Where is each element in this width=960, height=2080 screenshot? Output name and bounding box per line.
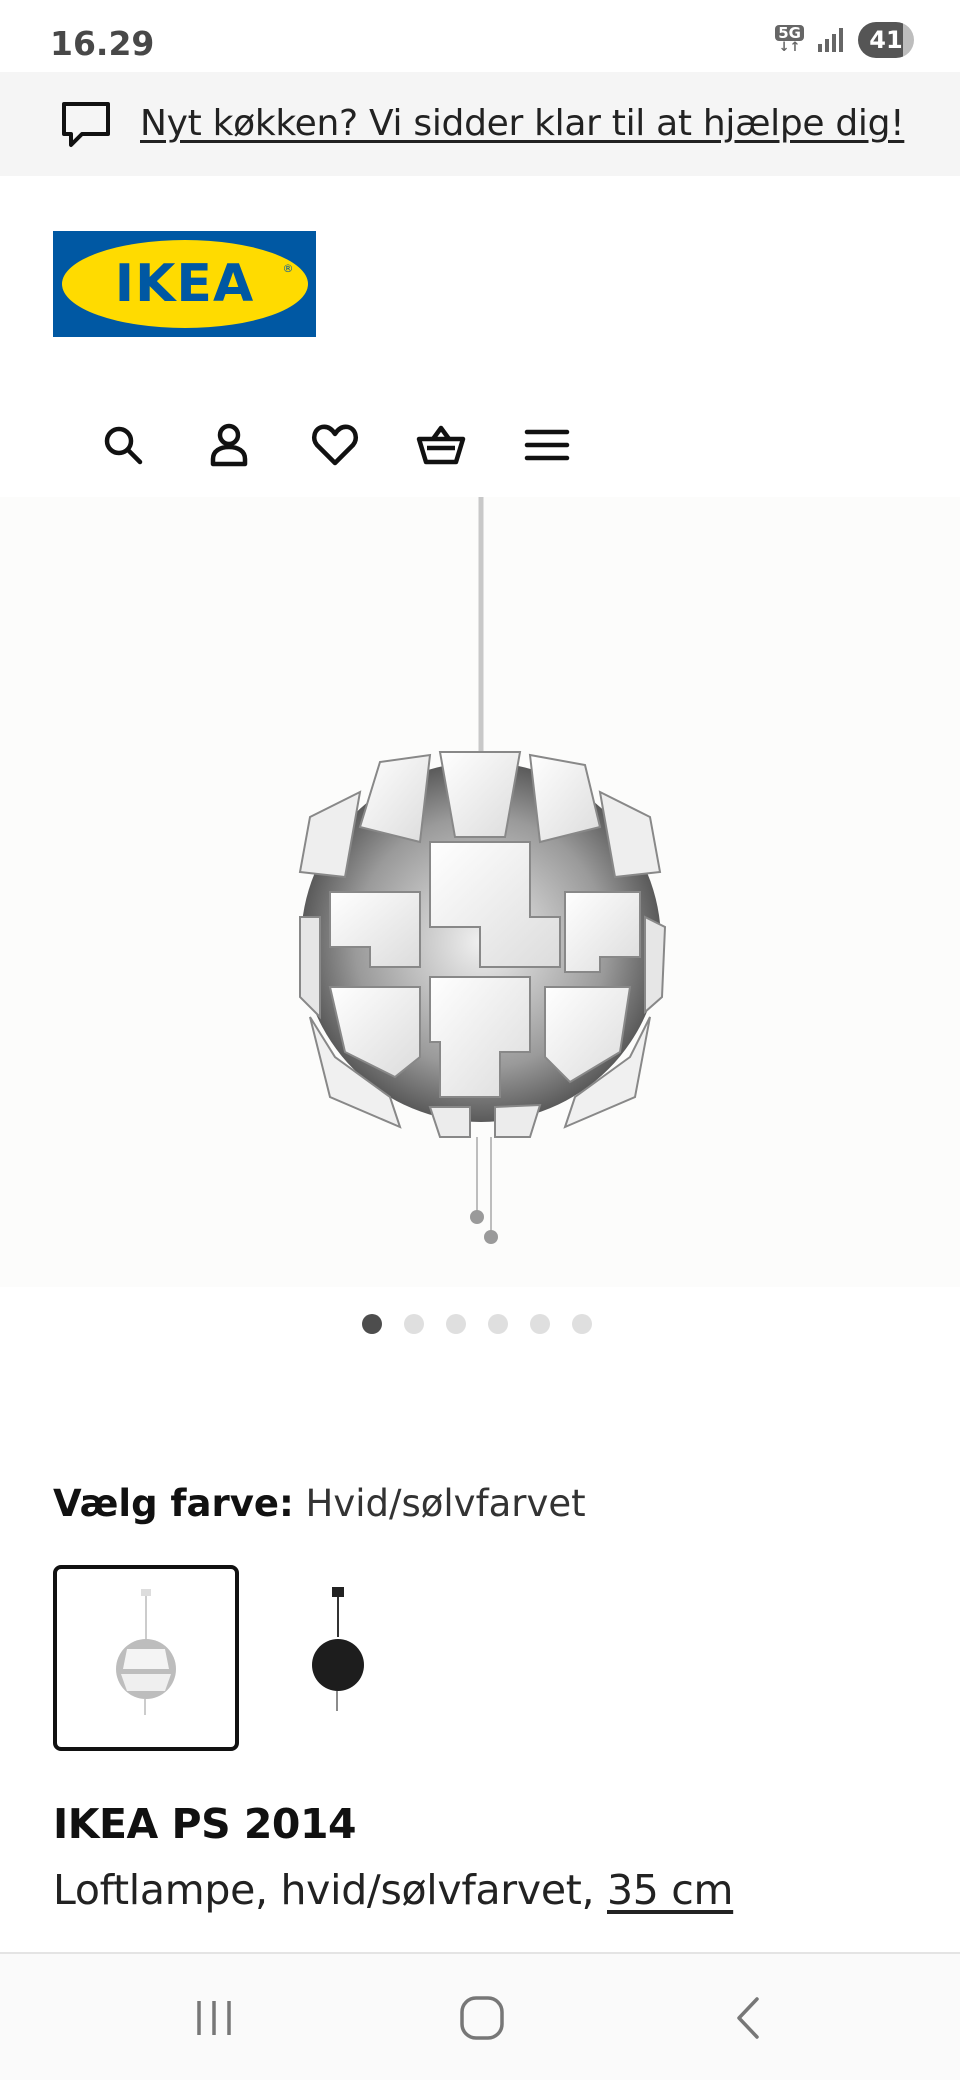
search-icon[interactable] bbox=[70, 410, 176, 480]
selected-color: Hvid/sølvfarvet bbox=[305, 1482, 586, 1525]
logo-oval: IKEA ® bbox=[61, 240, 308, 328]
network-icon: 5G ↓↑ bbox=[775, 25, 804, 55]
gallery-dot[interactable] bbox=[362, 1314, 382, 1334]
battery-icon: 41 bbox=[858, 22, 914, 58]
ikea-logo[interactable]: IKEA ® bbox=[53, 231, 316, 337]
home-icon[interactable] bbox=[432, 1978, 532, 2058]
menu-icon[interactable] bbox=[494, 410, 600, 480]
chat-bubble-icon bbox=[62, 102, 110, 147]
account-icon[interactable] bbox=[176, 410, 282, 480]
swatch-black[interactable] bbox=[252, 1565, 438, 1751]
status-time: 16.29 bbox=[50, 24, 155, 63]
gallery-dot[interactable] bbox=[530, 1314, 550, 1334]
back-icon[interactable] bbox=[700, 1978, 800, 2058]
status-indicators: 5G ↓↑ 41 bbox=[775, 22, 914, 58]
status-bar: 16.29 5G ↓↑ 41 bbox=[0, 0, 960, 72]
white-lamp-thumbnail bbox=[116, 1589, 176, 1715]
logo-text: IKEA bbox=[114, 254, 255, 314]
basket-icon[interactable] bbox=[388, 410, 494, 480]
signal-icon bbox=[818, 28, 843, 52]
pendant-lamp-illustration bbox=[298, 497, 667, 1244]
help-banner-link[interactable]: Nyt køkken? Vi sidder klar til at hjælpe… bbox=[140, 72, 905, 176]
gallery-pagination bbox=[362, 1314, 592, 1334]
gallery-dot[interactable] bbox=[488, 1314, 508, 1334]
heart-icon[interactable] bbox=[282, 410, 388, 480]
gallery-dot[interactable] bbox=[446, 1314, 466, 1334]
swatch-white-silver[interactable] bbox=[53, 1565, 239, 1751]
product-description: Loftlampe, hvid/sølvfarvet, 35 cm bbox=[53, 1866, 734, 1914]
product-name: IKEA PS 2014 bbox=[53, 1800, 357, 1848]
black-lamp-thumbnail bbox=[312, 1587, 364, 1711]
product-image[interactable] bbox=[0, 497, 960, 1287]
color-picker-label: Vælg farve: Hvid/sølvfarvet bbox=[53, 1482, 586, 1525]
help-banner[interactable]: Nyt køkken? Vi sidder klar til at hjælpe… bbox=[0, 72, 960, 176]
gallery-dot[interactable] bbox=[572, 1314, 592, 1334]
size-link[interactable]: 35 cm bbox=[607, 1866, 733, 1914]
header-icons bbox=[70, 410, 600, 480]
gallery-dot[interactable] bbox=[404, 1314, 424, 1334]
recent-apps-icon[interactable] bbox=[164, 1978, 264, 2058]
system-nav-bar bbox=[0, 1952, 960, 2080]
